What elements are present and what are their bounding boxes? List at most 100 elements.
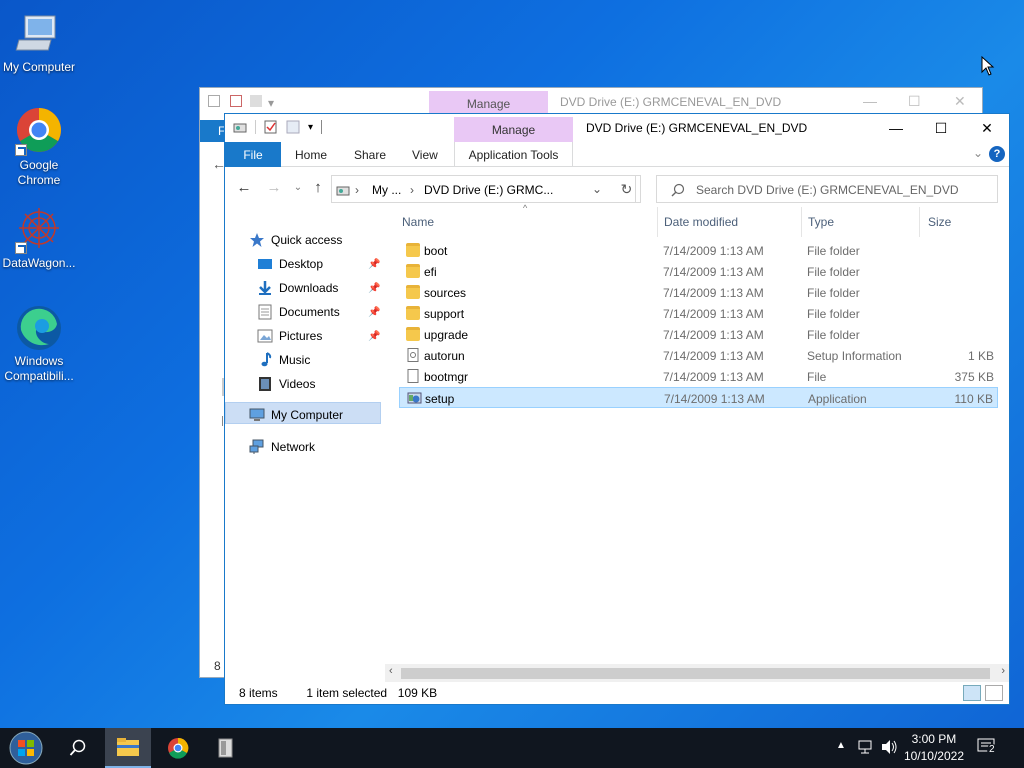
recent-locations-icon[interactable]: ⌄ bbox=[289, 179, 307, 197]
window-title-background: DVD Drive (E:) GRMCENEVAL_EN_DVD bbox=[560, 95, 782, 109]
nav-quick-access[interactable]: Quick access bbox=[249, 229, 342, 251]
taskbar-chrome[interactable] bbox=[155, 728, 201, 768]
search-button[interactable] bbox=[58, 728, 98, 768]
nav-label: Network bbox=[271, 440, 316, 454]
up-button[interactable]: ↑ bbox=[309, 179, 327, 197]
nav-music[interactable]: Music bbox=[257, 349, 310, 371]
folder-icon bbox=[406, 327, 420, 341]
desktop-icon-datawagon[interactable]: DataWagon... bbox=[0, 206, 78, 271]
nav-label: Documents bbox=[279, 305, 340, 319]
drive-icon[interactable] bbox=[233, 120, 247, 134]
pin-icon[interactable]: 📌 bbox=[368, 331, 380, 342]
desktop-icon-google-chrome[interactable]: Google Chrome bbox=[0, 108, 78, 188]
desktop-icon-my-computer[interactable]: My Computer bbox=[0, 10, 78, 75]
expand-ribbon-icon[interactable]: ⌄ bbox=[973, 146, 983, 160]
file-tab-background: F bbox=[200, 120, 226, 142]
folder-icon bbox=[406, 306, 420, 320]
volume-icon[interactable] bbox=[880, 739, 898, 758]
pin-icon[interactable]: 📌 bbox=[368, 307, 380, 318]
navigation-pane: Quick access Desktop 📌 Downloads 📌 Docum… bbox=[225, 229, 385, 669]
minimize-button[interactable]: — bbox=[873, 114, 919, 142]
title-bar[interactable]: ▾ Manage DVD Drive (E:) GRMCENEVAL_EN_DV… bbox=[225, 114, 1009, 142]
pin-icon[interactable]: 📌 bbox=[368, 283, 380, 294]
network-tray-icon[interactable] bbox=[857, 739, 873, 758]
application-icon bbox=[218, 738, 233, 758]
pin-icon[interactable]: 📌 bbox=[368, 259, 380, 270]
customize-qat-icon[interactable]: ▾ bbox=[308, 122, 313, 133]
folder-icon bbox=[406, 243, 420, 257]
taskbar-app[interactable] bbox=[203, 728, 249, 768]
file-row[interactable]: setup 7/14/2009 1:13 AM Application 110 KB bbox=[399, 387, 998, 408]
tab-application-tools[interactable]: Application Tools bbox=[454, 142, 573, 167]
file-date-modified: 7/14/2009 1:13 AM bbox=[663, 370, 764, 384]
maximize-button[interactable]: ☐ bbox=[918, 114, 964, 142]
nav-network[interactable]: Network bbox=[249, 436, 315, 458]
column-separator[interactable] bbox=[657, 207, 658, 237]
horizontal-scrollbar[interactable]: ‹ › bbox=[385, 664, 1009, 682]
system-clock[interactable]: 3:00 PM 10/10/2022 bbox=[904, 731, 964, 765]
address-dropdown-icon[interactable]: ⌄ bbox=[592, 182, 602, 196]
file-row[interactable]: efi 7/14/2009 1:13 AM File folder bbox=[399, 261, 998, 282]
breadcrumb-separator-icon: › bbox=[355, 183, 359, 197]
nav-documents[interactable]: Documents 📌 bbox=[257, 301, 387, 323]
file-row[interactable]: autorun 7/14/2009 1:13 AM Setup Informatio… bbox=[399, 345, 998, 366]
tab-home[interactable]: Home bbox=[295, 142, 327, 167]
breadcrumb-my-computer[interactable]: My ... bbox=[372, 183, 401, 197]
address-bar[interactable]: › My ... › DVD Drive (E:) GRMC... ⌄ bbox=[331, 175, 636, 203]
column-separator[interactable] bbox=[919, 207, 920, 237]
explorer-window[interactable]: ▾ Manage DVD Drive (E:) GRMCENEVAL_EN_DV… bbox=[224, 113, 1010, 705]
nav-fragment bbox=[222, 416, 223, 426]
desktop-icon-label: Google Chrome bbox=[17, 158, 61, 187]
taskbar-file-explorer[interactable] bbox=[105, 728, 151, 768]
show-hidden-icons[interactable]: ▲ bbox=[836, 740, 846, 751]
scroll-left-icon[interactable]: ‹ bbox=[389, 665, 393, 677]
quick-access-toolbar: ▾ bbox=[233, 120, 323, 134]
file-name: upgrade bbox=[424, 328, 469, 342]
file-date-modified: 7/14/2009 1:13 AM bbox=[663, 307, 764, 321]
details-view-icon[interactable] bbox=[963, 685, 981, 701]
file-row[interactable]: sources 7/14/2009 1:13 AM File folder bbox=[399, 282, 998, 303]
window-title: DVD Drive (E:) GRMCENEVAL_EN_DVD bbox=[586, 121, 808, 135]
properties-icon[interactable] bbox=[264, 120, 278, 134]
file-name: efi bbox=[424, 265, 437, 279]
manage-tab[interactable]: Manage bbox=[454, 117, 573, 142]
search-box[interactable]: Search DVD Drive (E:) GRMCENEVAL_EN_DVD bbox=[656, 175, 998, 203]
folder-icon bbox=[117, 738, 139, 756]
notifications-button[interactable]: 2 bbox=[977, 738, 997, 759]
nav-videos[interactable]: Videos bbox=[257, 373, 315, 395]
close-button[interactable]: ✕ bbox=[964, 114, 1010, 142]
tab-file[interactable]: File bbox=[225, 142, 281, 167]
back-button[interactable]: ← bbox=[235, 179, 253, 197]
nav-desktop[interactable]: Desktop 📌 bbox=[257, 253, 387, 275]
new-folder-icon[interactable] bbox=[286, 120, 300, 134]
help-icon[interactable]: ? bbox=[989, 146, 1005, 162]
breadcrumb-dvd-drive[interactable]: DVD Drive (E:) GRMC... bbox=[424, 183, 553, 197]
chrome-icon bbox=[15, 108, 63, 156]
desktop-icon-label: My Computer bbox=[2, 60, 76, 74]
file-type: File folder bbox=[807, 265, 860, 279]
file-row[interactable]: boot 7/14/2009 1:13 AM File folder bbox=[399, 240, 998, 261]
file-row[interactable]: bootmgr 7/14/2009 1:13 AM File 375 KB bbox=[399, 366, 998, 387]
nav-my-computer[interactable]: My Computer bbox=[249, 404, 343, 426]
file-name: setup bbox=[425, 392, 455, 406]
computer-icon bbox=[15, 10, 63, 58]
scrollbar-thumb[interactable] bbox=[401, 668, 990, 679]
refresh-button[interactable]: ↻ bbox=[613, 175, 641, 203]
column-header-size[interactable]: Size bbox=[928, 207, 951, 237]
nav-pictures[interactable]: Pictures 📌 bbox=[257, 325, 387, 347]
tab-share[interactable]: Share bbox=[354, 142, 386, 167]
breadcrumb-separator-icon: › bbox=[410, 183, 414, 197]
file-row[interactable]: support 7/14/2009 1:13 AM File folder bbox=[399, 303, 998, 324]
start-button[interactable] bbox=[0, 728, 52, 768]
column-header-name[interactable]: Name bbox=[402, 207, 434, 237]
file-row[interactable]: upgrade 7/14/2009 1:13 AM File folder bbox=[399, 324, 998, 345]
nav-downloads[interactable]: Downloads 📌 bbox=[257, 277, 387, 299]
forward-button[interactable]: → bbox=[265, 179, 283, 197]
column-separator[interactable] bbox=[801, 207, 802, 237]
desktop-icon-windows-compatibility[interactable]: Windows Compatibili... bbox=[0, 304, 78, 384]
large-icons-view-icon[interactable] bbox=[985, 685, 1003, 701]
column-header-type[interactable]: Type bbox=[808, 207, 834, 237]
column-header-date-modified[interactable]: Date modified bbox=[664, 207, 738, 237]
tab-view[interactable]: View bbox=[412, 142, 438, 167]
scroll-right-icon[interactable]: › bbox=[1001, 665, 1005, 677]
